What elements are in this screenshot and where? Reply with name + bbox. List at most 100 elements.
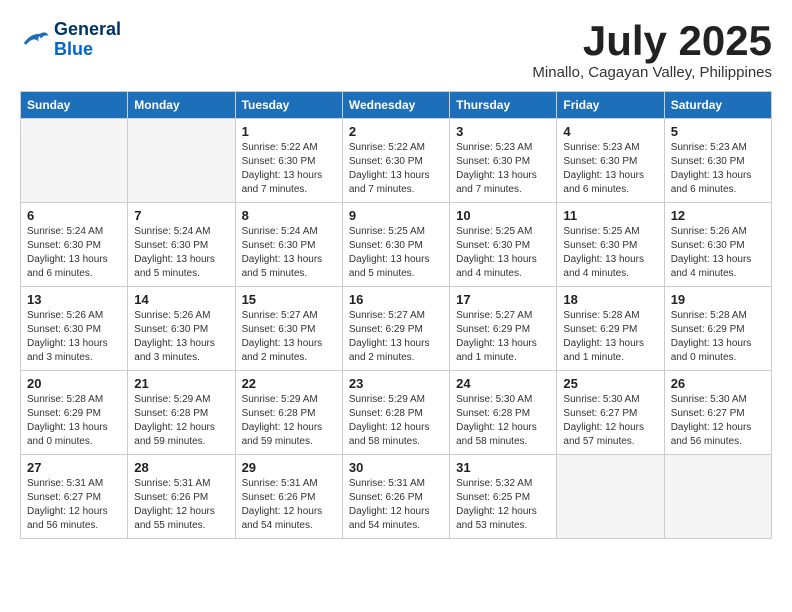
calendar-header-cell: Saturday	[664, 92, 771, 119]
calendar-day-cell: 7 Sunrise: 5:24 AM Sunset: 6:30 PM Daylig…	[128, 203, 235, 287]
day-number: 30	[349, 460, 443, 475]
day-number: 28	[134, 460, 228, 475]
calendar-header-row: SundayMondayTuesdayWednesdayThursdayFrid…	[21, 92, 772, 119]
day-number: 27	[27, 460, 121, 475]
day-info: Sunrise: 5:30 AM Sunset: 6:28 PM Dayligh…	[456, 393, 550, 449]
calendar-day-cell: 10 Sunrise: 5:25 AM Sunset: 6:30 PM Dayli…	[450, 203, 557, 287]
day-number: 29	[242, 460, 336, 475]
day-info: Sunrise: 5:29 AM Sunset: 6:28 PM Dayligh…	[134, 393, 228, 449]
calendar-day-cell: 2 Sunrise: 5:22 AM Sunset: 6:30 PM Daylig…	[342, 119, 449, 203]
day-number: 17	[456, 292, 550, 307]
calendar-table: SundayMondayTuesdayWednesdayThursdayFrid…	[20, 91, 772, 539]
day-info: Sunrise: 5:28 AM Sunset: 6:29 PM Dayligh…	[563, 309, 657, 365]
month-title: July 2025	[532, 20, 772, 62]
calendar-day-cell: 1 Sunrise: 5:22 AM Sunset: 6:30 PM Daylig…	[235, 119, 342, 203]
calendar-week-row: 20 Sunrise: 5:28 AM Sunset: 6:29 PM Dayli…	[21, 371, 772, 455]
calendar-week-row: 6Sunrise: 5:24 AM Sunset: 6:30 PM Daylig…	[21, 203, 772, 287]
day-info: Sunrise: 5:22 AM Sunset: 6:30 PM Dayligh…	[242, 141, 336, 197]
day-info: Sunrise: 5:29 AM Sunset: 6:28 PM Dayligh…	[349, 393, 443, 449]
day-number: 19	[671, 292, 765, 307]
calendar-day-cell: 13 Sunrise: 5:26 AM Sunset: 6:30 PM Dayli…	[21, 287, 128, 371]
calendar-header-cell: Thursday	[450, 92, 557, 119]
calendar-day-cell: 25 Sunrise: 5:30 AM Sunset: 6:27 PM Dayli…	[557, 371, 664, 455]
calendar-day-cell: 19 Sunrise: 5:28 AM Sunset: 6:29 PM Dayli…	[664, 287, 771, 371]
day-number: 31	[456, 460, 550, 475]
day-info: Sunrise: 5:27 AM Sunset: 6:29 PM Dayligh…	[456, 309, 550, 365]
calendar-day-cell: 5 Sunrise: 5:23 AM Sunset: 6:30 PM Daylig…	[664, 119, 771, 203]
day-info: Sunrise: 5:26 AM Sunset: 6:30 PM Dayligh…	[27, 309, 121, 365]
location-subtitle: Minallo, Cagayan Valley, Philippines	[532, 64, 772, 81]
calendar-day-cell	[21, 119, 128, 203]
logo-text: General Blue	[54, 20, 121, 60]
calendar-day-cell: 23 Sunrise: 5:29 AM Sunset: 6:28 PM Dayli…	[342, 371, 449, 455]
day-number: 1	[242, 124, 336, 139]
day-number: 13	[27, 292, 121, 307]
calendar-day-cell: 28 Sunrise: 5:31 AM Sunset: 6:26 PM Dayli…	[128, 455, 235, 539]
calendar-day-cell: 17 Sunrise: 5:27 AM Sunset: 6:29 PM Dayli…	[450, 287, 557, 371]
logo-icon	[20, 27, 50, 52]
day-number: 25	[563, 376, 657, 391]
day-number: 3	[456, 124, 550, 139]
header: General Blue July 2025 Minallo, Cagayan …	[20, 20, 772, 81]
day-info: Sunrise: 5:24 AM Sunset: 6:30 PM Dayligh…	[134, 225, 228, 281]
day-info: Sunrise: 5:24 AM Sunset: 6:30 PM Dayligh…	[27, 225, 121, 281]
day-info: Sunrise: 5:22 AM Sunset: 6:30 PM Dayligh…	[349, 141, 443, 197]
day-info: Sunrise: 5:31 AM Sunset: 6:26 PM Dayligh…	[134, 477, 228, 533]
calendar-day-cell: 22Sunrise: 5:29 AM Sunset: 6:28 PM Dayli…	[235, 371, 342, 455]
day-number: 18	[563, 292, 657, 307]
calendar-day-cell: 29 Sunrise: 5:31 AM Sunset: 6:26 PM Dayli…	[235, 455, 342, 539]
calendar-day-cell: 8 Sunrise: 5:24 AM Sunset: 6:30 PM Daylig…	[235, 203, 342, 287]
calendar-header-cell: Friday	[557, 92, 664, 119]
day-info: Sunrise: 5:23 AM Sunset: 6:30 PM Dayligh…	[563, 141, 657, 197]
day-info: Sunrise: 5:31 AM Sunset: 6:27 PM Dayligh…	[27, 477, 121, 533]
day-info: Sunrise: 5:25 AM Sunset: 6:30 PM Dayligh…	[456, 225, 550, 281]
calendar-day-cell: 3Sunrise: 5:23 AM Sunset: 6:30 PM Daylig…	[450, 119, 557, 203]
calendar-header-cell: Wednesday	[342, 92, 449, 119]
day-number: 14	[134, 292, 228, 307]
day-info: Sunrise: 5:29 AM Sunset: 6:28 PM Dayligh…	[242, 393, 336, 449]
day-info: Sunrise: 5:26 AM Sunset: 6:30 PM Dayligh…	[671, 225, 765, 281]
day-info: Sunrise: 5:27 AM Sunset: 6:29 PM Dayligh…	[349, 309, 443, 365]
day-number: 8	[242, 208, 336, 223]
day-number: 2	[349, 124, 443, 139]
title-area: July 2025 Minallo, Cagayan Valley, Phili…	[532, 20, 772, 81]
day-info: Sunrise: 5:26 AM Sunset: 6:30 PM Dayligh…	[134, 309, 228, 365]
calendar-day-cell: 20 Sunrise: 5:28 AM Sunset: 6:29 PM Dayli…	[21, 371, 128, 455]
day-info: Sunrise: 5:28 AM Sunset: 6:29 PM Dayligh…	[27, 393, 121, 449]
day-number: 21	[134, 376, 228, 391]
day-info: Sunrise: 5:31 AM Sunset: 6:26 PM Dayligh…	[349, 477, 443, 533]
day-number: 7	[134, 208, 228, 223]
calendar-header-cell: Monday	[128, 92, 235, 119]
day-number: 4	[563, 124, 657, 139]
day-number: 26	[671, 376, 765, 391]
calendar-day-cell: 14 Sunrise: 5:26 AM Sunset: 6:30 PM Dayli…	[128, 287, 235, 371]
day-number: 20	[27, 376, 121, 391]
calendar-day-cell: 21 Sunrise: 5:29 AM Sunset: 6:28 PM Dayli…	[128, 371, 235, 455]
calendar-header-cell: Tuesday	[235, 92, 342, 119]
calendar-day-cell: 12 Sunrise: 5:26 AM Sunset: 6:30 PM Dayli…	[664, 203, 771, 287]
day-info: Sunrise: 5:24 AM Sunset: 6:30 PM Dayligh…	[242, 225, 336, 281]
calendar-day-cell: 15 Sunrise: 5:27 AM Sunset: 6:30 PM Dayli…	[235, 287, 342, 371]
logo: General Blue	[20, 20, 121, 60]
day-info: Sunrise: 5:31 AM Sunset: 6:26 PM Dayligh…	[242, 477, 336, 533]
day-info: Sunrise: 5:23 AM Sunset: 6:30 PM Dayligh…	[671, 141, 765, 197]
day-info: Sunrise: 5:25 AM Sunset: 6:30 PM Dayligh…	[563, 225, 657, 281]
calendar-day-cell: 4 Sunrise: 5:23 AM Sunset: 6:30 PM Daylig…	[557, 119, 664, 203]
day-number: 12	[671, 208, 765, 223]
calendar-day-cell	[557, 455, 664, 539]
day-info: Sunrise: 5:27 AM Sunset: 6:30 PM Dayligh…	[242, 309, 336, 365]
day-info: Sunrise: 5:32 AM Sunset: 6:25 PM Dayligh…	[456, 477, 550, 533]
day-info: Sunrise: 5:25 AM Sunset: 6:30 PM Dayligh…	[349, 225, 443, 281]
day-info: Sunrise: 5:30 AM Sunset: 6:27 PM Dayligh…	[563, 393, 657, 449]
calendar-day-cell: 24Sunrise: 5:30 AM Sunset: 6:28 PM Dayli…	[450, 371, 557, 455]
day-number: 23	[349, 376, 443, 391]
calendar-day-cell: 27 Sunrise: 5:31 AM Sunset: 6:27 PM Dayli…	[21, 455, 128, 539]
day-number: 10	[456, 208, 550, 223]
calendar-header-cell: Sunday	[21, 92, 128, 119]
day-info: Sunrise: 5:28 AM Sunset: 6:29 PM Dayligh…	[671, 309, 765, 365]
calendar-day-cell: 11Sunrise: 5:25 AM Sunset: 6:30 PM Dayli…	[557, 203, 664, 287]
calendar-day-cell: 18 Sunrise: 5:28 AM Sunset: 6:29 PM Dayli…	[557, 287, 664, 371]
day-number: 15	[242, 292, 336, 307]
calendar-day-cell	[664, 455, 771, 539]
day-number: 5	[671, 124, 765, 139]
